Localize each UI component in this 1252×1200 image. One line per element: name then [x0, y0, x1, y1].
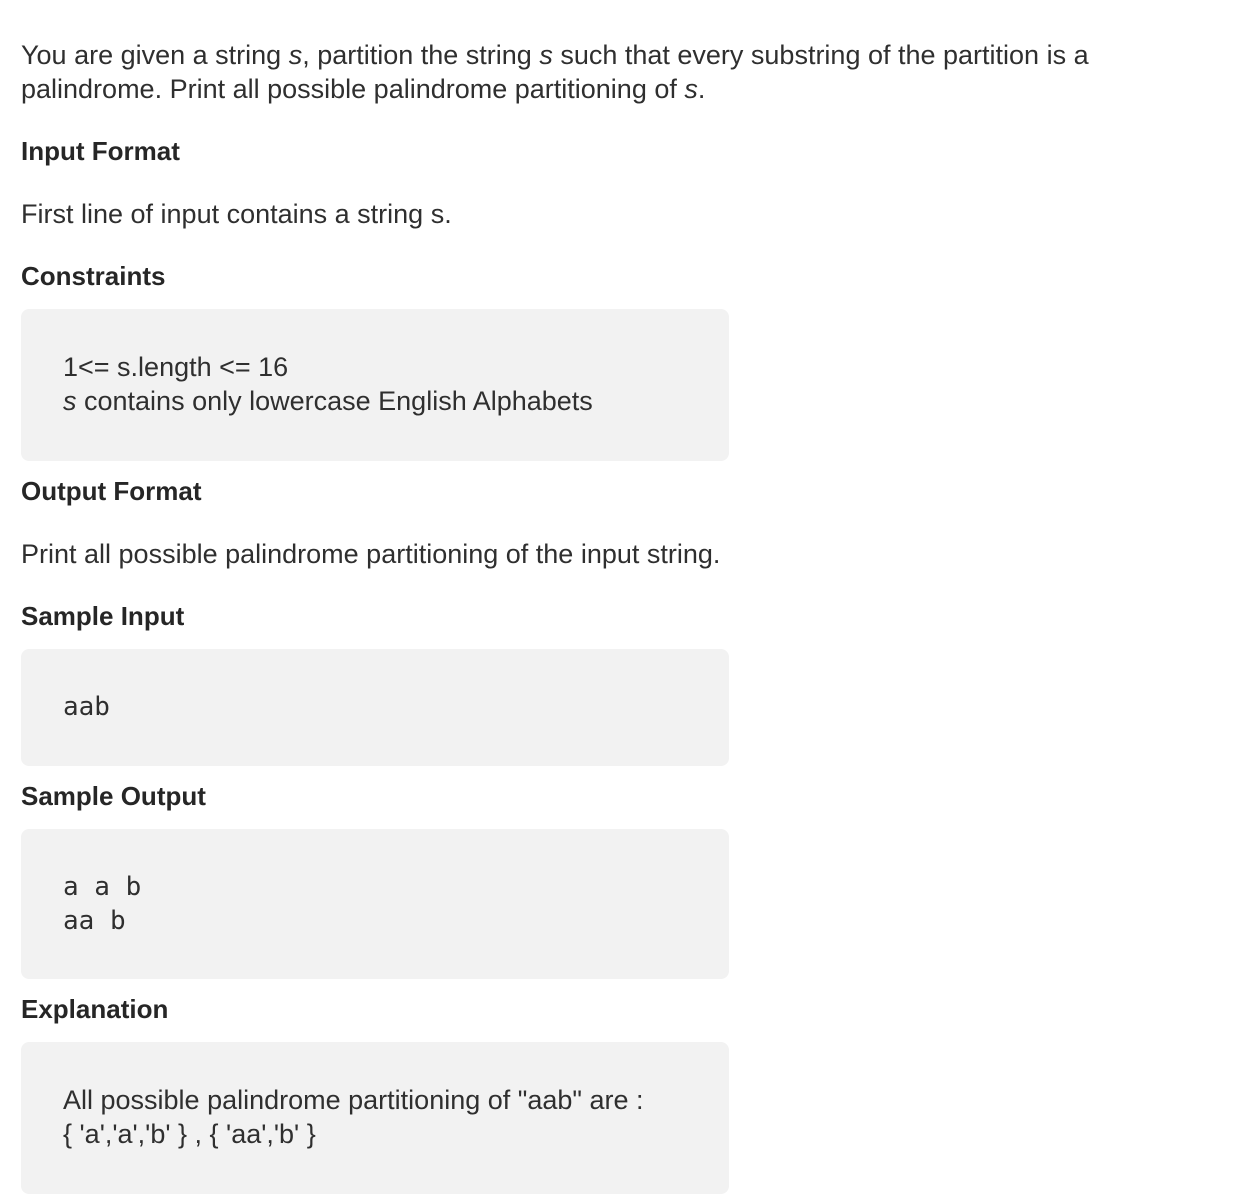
output-format-heading: Output Format: [21, 476, 202, 506]
sample-input-line: aab: [63, 692, 110, 722]
constraint-length: 1<= s.length <= 16: [63, 352, 289, 382]
description-line-2: palindrome. Print all possible palindrom…: [21, 74, 706, 104]
input-format-heading: Input Format: [21, 136, 180, 166]
sample-output-box: a a b aa b: [21, 829, 729, 979]
sample-output-line: a a b: [63, 872, 142, 902]
constraint-alphabet: s contains only lowercase English Alphab…: [63, 386, 593, 416]
sample-output-line: aa b: [63, 906, 126, 936]
constraints-box: 1<= s.length <= 16 s contains only lower…: [21, 309, 729, 461]
variable-s: s: [63, 386, 77, 416]
explanation-box: All possible palindrome partitioning of …: [21, 1042, 729, 1194]
description-line-1: You are given a string s, partition the …: [21, 40, 1089, 70]
sample-output-heading: Sample Output: [21, 781, 206, 811]
variable-s: s: [539, 40, 553, 70]
variable-s: s: [288, 40, 303, 70]
explanation-heading: Explanation: [21, 994, 169, 1024]
constraints-heading: Constraints: [21, 261, 166, 291]
output-format-text: Print all possible palindrome partitioni…: [21, 539, 721, 569]
explanation-line-1: All possible palindrome partitioning of …: [63, 1085, 644, 1115]
sample-input-box: aab: [21, 649, 729, 766]
explanation-line-2: { 'a','a','b' } , { 'aa','b' }: [63, 1119, 316, 1149]
variable-s: s: [684, 74, 698, 104]
sample-input-heading: Sample Input: [21, 601, 185, 631]
input-format-text: First line of input contains a string s.: [21, 199, 452, 229]
